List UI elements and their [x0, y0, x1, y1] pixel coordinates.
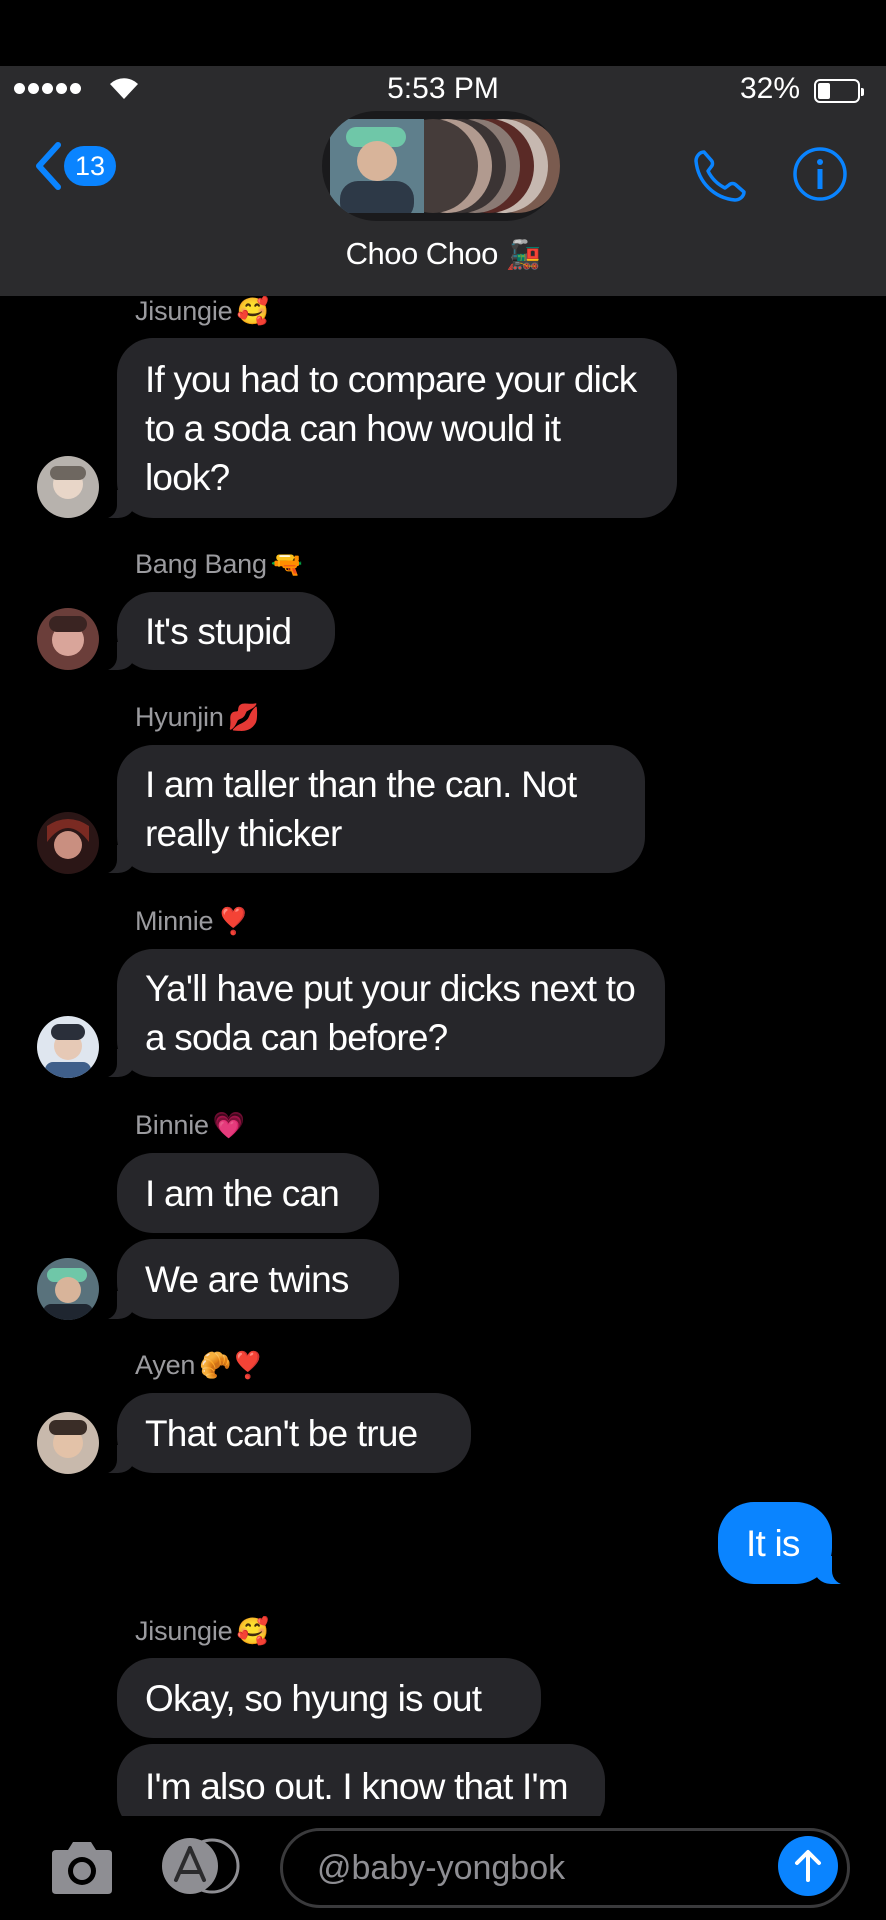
phone-icon[interactable]	[690, 146, 750, 206]
sender-name: Bang Bang 🔫	[135, 549, 304, 579]
arrow-up-icon	[795, 1850, 821, 1882]
camera-icon[interactable]	[48, 1838, 116, 1896]
message-bubble[interactable]: If you had to compare your dick to a sod…	[95, 338, 677, 519]
conversation-header: 5:53 PM 32% 13 Choo Choo 🚂	[0, 66, 886, 296]
sender-name: Binnie 💗	[135, 1110, 246, 1140]
avatar[interactable]	[37, 608, 99, 670]
message-bubble[interactable]: I am the can	[117, 1153, 379, 1233]
group-emoji: 🚂	[506, 239, 541, 270]
message-bubble[interactable]: I'm also out. I know that I'm	[117, 1744, 605, 1816]
info-icon[interactable]	[792, 146, 848, 202]
message-list[interactable]: Jisungie 🥰 If you had to compare your dic…	[0, 296, 886, 1816]
message-bubble[interactable]: We are twins	[95, 1239, 399, 1320]
battery-percent: 32%	[739, 72, 800, 105]
message-bubble[interactable]: Ya'll have put your dicks next to a soda…	[95, 949, 665, 1078]
chevron-left-icon	[36, 142, 61, 190]
top-edge	[0, 0, 886, 66]
sender-name: Jisungie 🥰	[135, 296, 269, 326]
compose-bar: @baby-yongbok	[0, 1816, 886, 1920]
sender-name: Hyunjin 💋	[135, 702, 260, 732]
battery-icon	[814, 79, 864, 103]
avatar[interactable]	[37, 1016, 99, 1078]
avatar[interactable]	[37, 812, 99, 874]
message-input[interactable]: @baby-yongbok	[280, 1828, 850, 1908]
avatar[interactable]	[37, 1258, 99, 1320]
app-store-icon[interactable]	[160, 1836, 244, 1896]
message-bubble[interactable]: I am taller than the can. Not really thi…	[95, 745, 645, 874]
back-button[interactable]: 13	[34, 142, 116, 190]
avatar[interactable]	[37, 1412, 99, 1474]
group-avatar-stack[interactable]	[322, 111, 560, 221]
sender-name: Minnie ❣️	[135, 906, 250, 936]
avatar[interactable]	[37, 456, 99, 518]
sender-name: Jisungie 🥰	[135, 1616, 269, 1646]
input-placeholder: @baby-yongbok	[317, 1848, 566, 1887]
send-button[interactable]	[778, 1836, 838, 1896]
group-name[interactable]: Choo Choo 🚂	[0, 236, 886, 272]
message-bubble[interactable]: Okay, so hyung is out	[117, 1658, 541, 1738]
sender-name: Ayen 🥐❣️	[135, 1350, 264, 1380]
message-bubble[interactable]: That can't be true	[95, 1393, 471, 1474]
unread-count-badge: 13	[64, 146, 116, 186]
status-bar: 5:53 PM 32%	[0, 66, 886, 116]
my-message-bubble[interactable]: It is	[718, 1502, 854, 1585]
message-bubble[interactable]: It's stupid	[95, 592, 335, 671]
